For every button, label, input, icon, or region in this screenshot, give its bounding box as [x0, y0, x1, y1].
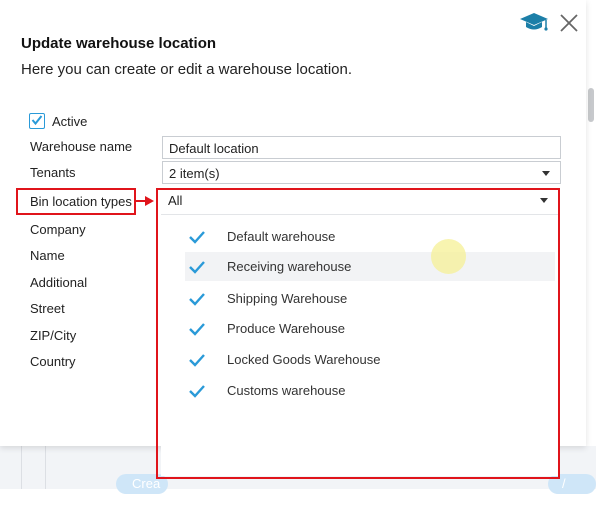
name-label: Name	[30, 248, 65, 263]
zip-city-label: ZIP/City	[30, 328, 77, 343]
checkmark-icon	[31, 115, 43, 126]
dropdown-option-label: Customs warehouse	[227, 383, 346, 398]
tenants-value: 2 item(s)	[169, 166, 220, 181]
dropdown-option-label: Locked Goods Warehouse	[227, 352, 381, 367]
highlight-box	[16, 188, 136, 215]
tenants-label: Tenants	[30, 165, 76, 180]
dropdown-option[interactable]: Locked Goods Warehouse	[185, 345, 555, 374]
active-checkbox[interactable]	[29, 113, 45, 129]
background-divider	[21, 446, 22, 489]
graduation-cap-icon	[520, 13, 548, 31]
checkmark-icon	[189, 260, 205, 274]
active-checkbox-row[interactable]: Active	[29, 113, 87, 129]
checkmark-icon	[189, 230, 205, 244]
additional-label: Additional	[30, 275, 88, 290]
dropdown-option[interactable]: Shipping Warehouse	[185, 284, 555, 313]
company-label: Company	[30, 222, 86, 237]
dropdown-option-label: Default warehouse	[227, 229, 336, 244]
country-label: Country	[30, 354, 76, 369]
arrow-icon	[135, 196, 154, 206]
street-label: Street	[30, 301, 65, 316]
checkmark-icon	[189, 322, 205, 336]
cursor-highlight	[431, 239, 466, 274]
warehouse-name-value: Default location	[169, 141, 259, 156]
background-divider	[45, 446, 46, 489]
checkmark-icon	[189, 292, 205, 306]
dropdown-option[interactable]: Produce Warehouse	[185, 314, 555, 343]
bin-location-types-dropdown: Default warehouse Receiving warehouse Sh…	[161, 214, 558, 476]
warehouse-name-input[interactable]: Default location	[162, 136, 561, 159]
dialog-title: Update warehouse location	[21, 35, 217, 52]
checkmark-icon	[189, 384, 205, 398]
dropdown-option[interactable]: Receiving warehouse	[185, 252, 555, 281]
checkmark-icon	[189, 353, 205, 367]
tenants-select[interactable]: 2 item(s)	[162, 161, 561, 184]
dropdown-option[interactable]: Customs warehouse	[185, 376, 555, 405]
dropdown-option-label: Receiving warehouse	[227, 259, 352, 274]
bin-location-types-value: All	[168, 193, 183, 208]
active-label: Active	[52, 113, 88, 129]
help-button[interactable]	[519, 12, 551, 34]
close-icon	[560, 14, 578, 32]
bin-location-types-select[interactable]: All	[161, 190, 558, 212]
warehouse-name-label: Warehouse name	[30, 139, 133, 154]
page-scrollbar[interactable]	[588, 88, 594, 122]
dropdown-option-label: Produce Warehouse	[227, 321, 346, 336]
dropdown-option-label: Shipping Warehouse	[227, 291, 348, 306]
chevron-down-icon	[540, 198, 548, 203]
close-button[interactable]	[558, 12, 580, 34]
chevron-down-icon	[542, 171, 550, 176]
dropdown-option[interactable]: Default warehouse	[185, 222, 555, 251]
dialog-subtitle: Here you can create or edit a warehouse …	[21, 61, 353, 78]
